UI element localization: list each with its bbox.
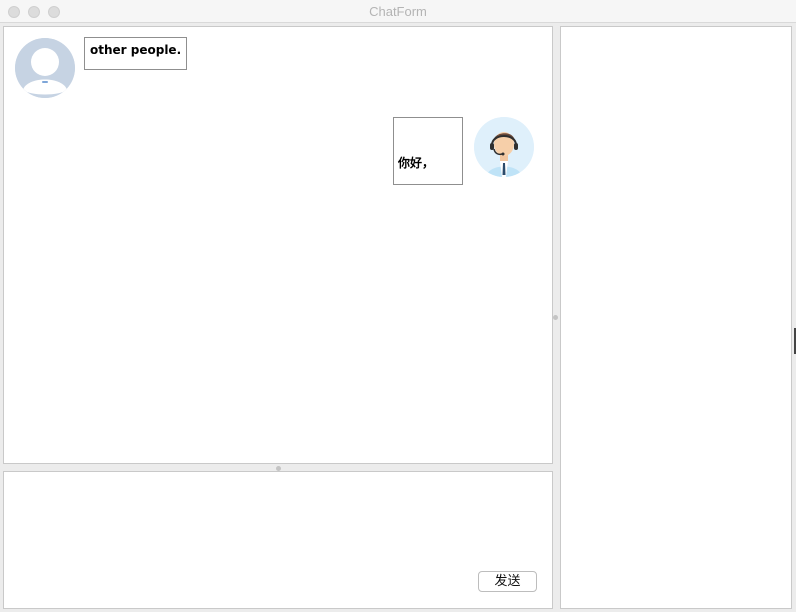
agent-with-headset-avatar-icon xyxy=(474,117,534,177)
self-user-avatar xyxy=(474,117,534,177)
chat-message-area[interactable]: other people. 你好， xyxy=(3,26,553,464)
message-input-area[interactable]: 发送 xyxy=(3,471,553,609)
message-bubble-self: 你好， xyxy=(393,117,463,185)
other-user-avatar xyxy=(15,38,75,98)
vertical-splitter-handle[interactable] xyxy=(553,315,558,320)
message-bubble-other: other people. xyxy=(84,37,187,70)
message-text: 你好， xyxy=(398,156,435,170)
title-bar[interactable]: ChatForm xyxy=(0,0,796,23)
send-button[interactable]: 发送 xyxy=(478,571,537,592)
side-panel xyxy=(560,26,792,609)
chat-window: ChatForm other people. 你好， 发送 xyxy=(0,0,796,612)
message-text: other people. xyxy=(90,43,182,57)
window-title: ChatForm xyxy=(369,4,427,19)
default-user-avatar-icon xyxy=(15,38,75,98)
